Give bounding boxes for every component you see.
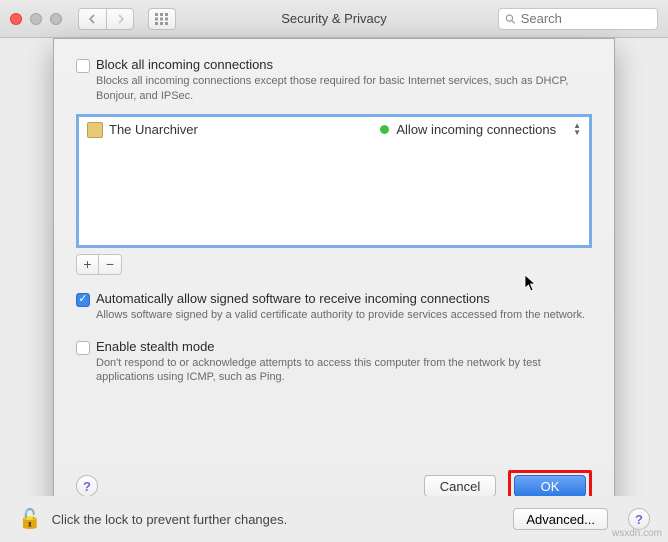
- status-dot-icon: [380, 125, 389, 134]
- stepper-icon[interactable]: ▲▼: [573, 123, 581, 136]
- search-input[interactable]: [521, 11, 651, 26]
- remove-button[interactable]: −: [99, 255, 121, 274]
- stealth-row[interactable]: Enable stealth mode Don't respond to or …: [76, 339, 592, 386]
- auto-allow-desc: Allows software signed by a valid certif…: [96, 308, 592, 323]
- block-all-label: Block all incoming connections: [96, 57, 592, 72]
- lock-text: Click the lock to prevent further change…: [52, 512, 288, 527]
- auto-allow-label: Automatically allow signed software to r…: [96, 291, 592, 306]
- minimize-icon: [30, 13, 42, 25]
- app-name: The Unarchiver: [109, 122, 198, 137]
- app-icon: [87, 122, 103, 138]
- app-list[interactable]: The Unarchiver Allow incoming connection…: [76, 114, 592, 248]
- watermark-url: wsxdn.com: [612, 528, 662, 539]
- ok-button[interactable]: OK: [514, 475, 586, 497]
- forward-button[interactable]: [106, 8, 134, 30]
- lock-icon[interactable]: 🔓: [18, 507, 42, 531]
- stealth-label: Enable stealth mode: [96, 339, 592, 354]
- nav-buttons: [78, 8, 134, 30]
- block-all-row[interactable]: Block all incoming connections Blocks al…: [76, 57, 592, 104]
- firewall-options-sheet: Block all incoming connections Blocks al…: [53, 38, 615, 517]
- close-icon[interactable]: [10, 13, 22, 25]
- block-all-checkbox[interactable]: [76, 59, 90, 73]
- add-button[interactable]: +: [77, 255, 99, 274]
- auto-allow-checkbox[interactable]: [76, 293, 90, 307]
- show-all-button[interactable]: [148, 8, 176, 30]
- main-area: 🤓APPUALS Block all incoming connections …: [0, 38, 668, 542]
- maximize-icon: [50, 13, 62, 25]
- stealth-desc: Don't respond to or acknowledge attempts…: [96, 356, 592, 386]
- preferences-footer: 🔓 Click the lock to prevent further chan…: [0, 496, 668, 542]
- app-status[interactable]: Allow incoming connections ▲▼: [380, 122, 581, 137]
- footer-help-button[interactable]: ?: [628, 508, 650, 530]
- auto-allow-row[interactable]: Automatically allow signed software to r…: [76, 291, 592, 323]
- block-all-desc: Blocks all incoming connections except t…: [96, 74, 592, 104]
- traffic-lights: [10, 13, 62, 25]
- stealth-checkbox[interactable]: [76, 341, 90, 355]
- titlebar: Security & Privacy: [0, 0, 668, 38]
- search-field[interactable]: [498, 8, 658, 30]
- help-button[interactable]: ?: [76, 475, 98, 497]
- app-list-row[interactable]: The Unarchiver Allow incoming connection…: [79, 120, 589, 140]
- preferences-window: Security & Privacy 🤓APPUALS Block all in…: [0, 0, 668, 542]
- advanced-button[interactable]: Advanced...: [513, 508, 608, 530]
- search-icon: [505, 13, 516, 25]
- back-button[interactable]: [78, 8, 106, 30]
- cancel-button[interactable]: Cancel: [424, 475, 496, 497]
- add-remove-buttons: + −: [76, 254, 122, 275]
- app-status-label: Allow incoming connections: [396, 122, 556, 137]
